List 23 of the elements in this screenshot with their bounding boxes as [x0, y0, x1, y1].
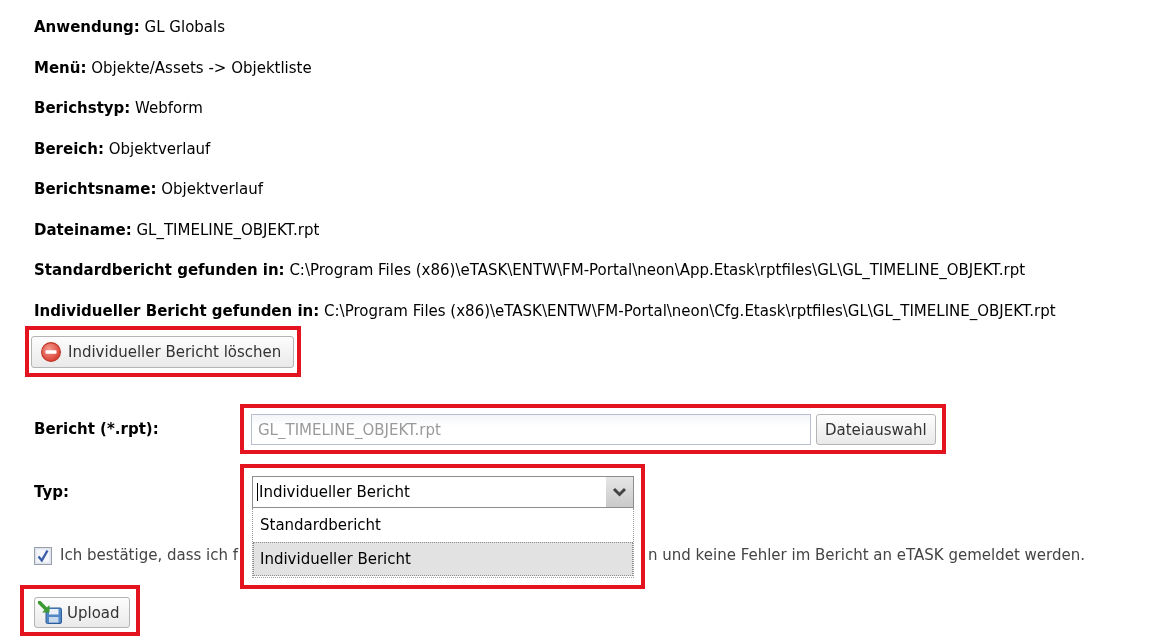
info-line: Individueller Bericht gefunden in: C:\Program Files (x86)\eTASK\ENTW\FM-Portal\neon\Cfg.Etask\rptfiles\GL\GL_TIMELINE_OBJEKT.rpt	[34, 301, 1056, 321]
chevron-down-icon[interactable]	[606, 477, 633, 507]
info-line: Berichstyp: Webform	[34, 99, 203, 118]
info-line: Standardbericht gefunden in: C:\Program Files (x86)\eTASK\ENTW\FM-Portal\neon\App.Etask\rptfiles\GL\GL_TIMELINE_OBJEKT.rpt	[34, 261, 1026, 280]
info-line: Berichtsname: Objektverlauf	[34, 180, 263, 199]
upload-button[interactable]: Upload	[34, 597, 130, 628]
checkbox[interactable]	[34, 546, 52, 565]
type-select[interactable]: Individueller Bericht	[252, 476, 634, 508]
field-label: Bericht (*.rpt):	[34, 419, 159, 439]
floppy-arrow-icon	[38, 601, 62, 624]
info-line: Bereich: Objektverlauf	[34, 139, 211, 159]
file-select-button[interactable]: Dateiauswahl	[816, 414, 936, 445]
confirmation-text: n und keine Fehler im Bericht an eTASK gemeldet werden.	[648, 546, 1085, 565]
info-line: Anwendung: GL Globals	[34, 18, 226, 37]
dropdown-option[interactable]: Individueller Bericht	[253, 542, 633, 576]
confirmation-text: Ich bestätige, dass ich f	[60, 546, 238, 565]
file-name-field[interactable]: GL_TIMELINE_OBJEKT.rpt	[251, 414, 811, 445]
field-label: Typ:	[34, 483, 69, 502]
info-line: Dateiname: GL_TIMELINE_OBJEKT.rpt	[34, 220, 320, 240]
text-cursor-icon	[257, 483, 258, 501]
minus-circle-icon	[41, 342, 61, 362]
delete-button[interactable]: Individueller Bericht löschen	[31, 336, 295, 368]
info-line: Menü: Objekte/Assets -> Objektliste	[34, 58, 312, 78]
